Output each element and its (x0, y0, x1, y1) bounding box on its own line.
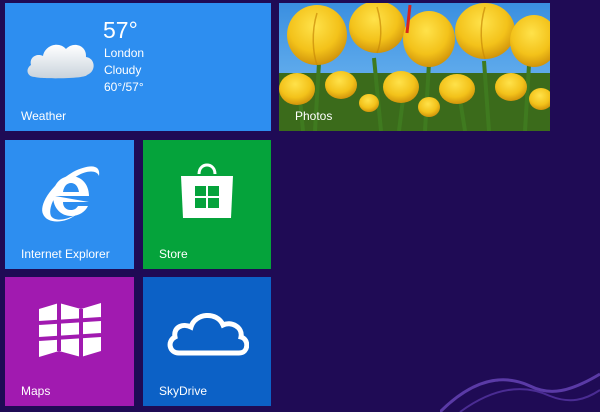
background-swoosh (440, 372, 600, 412)
internet-explorer-icon (42, 166, 100, 222)
maps-label: Maps (21, 384, 51, 398)
maps-tile[interactable]: Maps (5, 277, 134, 406)
store-bag-icon (181, 163, 233, 218)
weather-tile[interactable]: 57° London Cloudy 60°/57° Weather (5, 3, 271, 131)
photos-label: Photos (295, 109, 333, 123)
weather-location: London (104, 46, 145, 60)
weather-condition: Cloudy (104, 63, 142, 77)
skydrive-label: SkyDrive (159, 384, 208, 398)
store-tile[interactable]: Store (143, 140, 271, 269)
weather-temperature: 57° (103, 17, 138, 43)
weather-label: Weather (21, 109, 67, 123)
maps-icon (38, 303, 102, 357)
weather-range: 60°/57° (104, 80, 144, 94)
internet-explorer-tile[interactable]: Internet Explorer (5, 140, 134, 269)
photos-tile[interactable]: Photos (279, 3, 550, 131)
store-label: Store (159, 247, 188, 261)
skydrive-cloud-icon (167, 313, 249, 356)
internet-explorer-label: Internet Explorer (21, 247, 110, 261)
skydrive-tile[interactable]: SkyDrive (143, 277, 271, 406)
cloud-icon (27, 44, 94, 79)
